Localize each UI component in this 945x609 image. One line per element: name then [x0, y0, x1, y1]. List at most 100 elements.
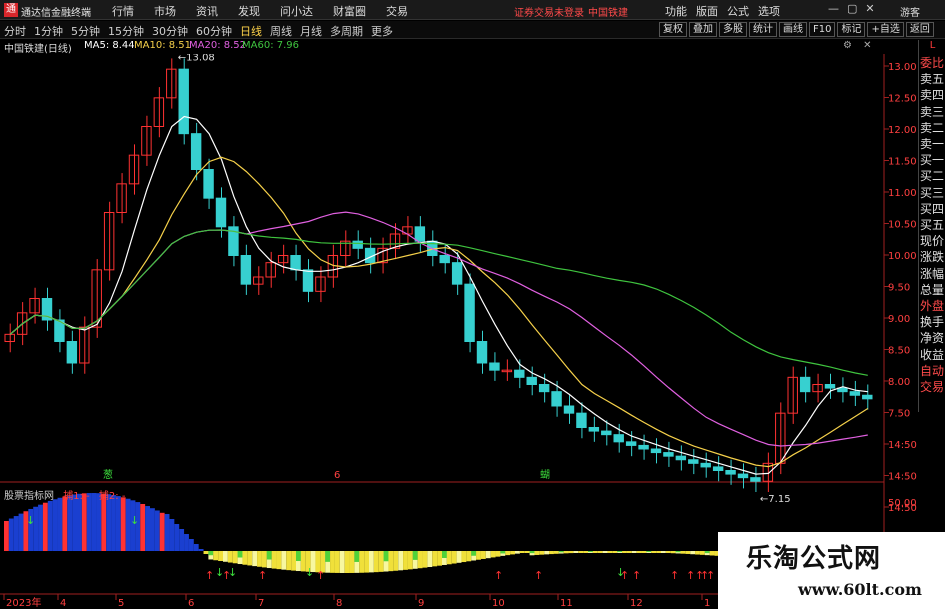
fuquan-button[interactable]: 复权 — [659, 22, 687, 37]
quote-side-panel: L 委比 卖五 卖四 卖三 卖二 卖一 买一 买二 买三 买四 买五 现价 涨跌 涨幅 总量 外盘 换手 净资 收益… — [918, 40, 945, 412]
indicator-bar-green — [500, 551, 506, 554]
close-panel-icon[interactable]: ✕ — [863, 40, 871, 51]
period-1min[interactable]: 1分钟 — [34, 23, 63, 39]
candle-body — [688, 459, 699, 464]
indicator-bar — [626, 551, 632, 553]
candle-body — [166, 68, 177, 99]
indicator-bar — [115, 496, 121, 551]
menu-zixun[interactable]: 资讯 — [196, 3, 218, 19]
indicator-bar — [422, 551, 428, 568]
period-multi[interactable]: 多周期 — [330, 23, 363, 39]
period-5min[interactable]: 5分钟 — [71, 23, 100, 39]
kline-chart[interactable]: 13.00 12.50 12.00 11.50 11.00 10.50 10.00 9.50 9… — [0, 54, 918, 609]
sell-arrow-icon: ↓ — [228, 566, 237, 579]
indicator-bar — [539, 551, 545, 555]
candle-body — [613, 434, 624, 443]
indicator-bar — [573, 551, 579, 553]
indicator-bar-green — [412, 551, 418, 560]
menu-jiaoyi[interactable]: 交易 — [386, 3, 408, 19]
indicator-bar — [695, 551, 700, 555]
indicator-bar — [446, 551, 452, 565]
low-price-label: ←7.15 — [760, 494, 791, 505]
indicator-bar-green — [383, 551, 389, 562]
menu-wenxiaoda[interactable]: 问小达 — [280, 3, 313, 19]
minimize-icon[interactable]: — — [828, 2, 839, 15]
login-notice[interactable]: 证券交易未登录 — [514, 4, 584, 19]
candle-body — [439, 255, 450, 264]
maximize-icon[interactable]: ▢ — [847, 2, 857, 15]
period-fenshi[interactable]: 分时 — [4, 23, 26, 39]
indicator-bar-green — [325, 551, 331, 562]
indicator-bar — [257, 551, 262, 567]
f10-button[interactable]: F10 — [809, 22, 836, 37]
indicator-bar — [437, 551, 442, 566]
candle-body — [501, 369, 513, 373]
guest-label[interactable]: 游客 — [900, 4, 920, 19]
period-monthly[interactable]: 月线 — [300, 23, 322, 39]
side-item[interactable]: 交易 — [920, 378, 945, 396]
indicator-bar — [407, 551, 413, 570]
indicator-bar — [4, 521, 9, 551]
menu-hangqing[interactable]: 行情 — [112, 3, 134, 19]
indicator-bar — [145, 506, 150, 551]
event-mark: 6 — [334, 470, 340, 481]
y-tick-label: 9.50 — [888, 283, 910, 294]
mark-button[interactable]: 标记 — [837, 22, 866, 37]
menu-banmian[interactable]: 版面 — [696, 3, 718, 19]
indicator-bar — [519, 551, 525, 553]
period-60min[interactable]: 60分钟 — [196, 23, 232, 39]
menu-gongneng[interactable]: 功能 — [665, 3, 687, 19]
candle-body — [650, 448, 662, 454]
menu-gongshi[interactable]: 公式 — [727, 3, 749, 19]
stock-name: 中国铁建(日线) — [4, 44, 72, 55]
multi-stock-button[interactable]: 多股 — [719, 22, 747, 37]
period-15min[interactable]: 15分钟 — [108, 23, 144, 39]
overlay-button[interactable]: 叠加 — [689, 22, 717, 37]
period-more[interactable]: 更多 — [371, 23, 393, 39]
menu-faxian[interactable]: 发现 — [238, 3, 260, 19]
period-daily[interactable]: 日线 — [240, 23, 262, 39]
indicator-bar — [232, 551, 238, 564]
indicator-bar-green — [558, 551, 564, 553]
indicator-bar-green — [704, 551, 710, 554]
stats-button[interactable]: 统计 — [749, 22, 777, 37]
x-tick-label: 7 — [258, 598, 264, 609]
indicator-bar — [665, 551, 671, 554]
period-30min[interactable]: 30分钟 — [152, 23, 188, 39]
y-tick-label: 12.00 — [888, 125, 917, 136]
draw-line-button[interactable]: 画线 — [779, 22, 807, 37]
window-controls: — ▢ ✕ — [828, 2, 875, 15]
indicator-bar — [378, 551, 384, 572]
menu-shichang[interactable]: 市场 — [154, 3, 176, 19]
indicator-bar — [120, 497, 126, 551]
indicator-bar — [159, 512, 165, 551]
y-tick-label: 8.50 — [888, 346, 910, 357]
period-weekly[interactable]: 周线 — [270, 23, 292, 39]
indicator-axis-label: 50.00 — [888, 498, 917, 509]
indicator-bar — [641, 551, 647, 553]
indicator-bar — [568, 551, 574, 554]
menu-caifuquan[interactable]: 财富圈 — [333, 3, 366, 19]
indicator-bar — [680, 551, 686, 554]
indicator-bar-green — [588, 551, 593, 552]
indicator-bar — [510, 551, 515, 555]
settings-icon[interactable]: ⚙ — [843, 40, 852, 51]
indicator-bar — [427, 551, 433, 568]
indicator-bar — [271, 551, 277, 569]
app-title: 通达信金融终端 — [21, 8, 91, 19]
sell-arrow-icon: ↓ — [215, 566, 224, 579]
indicator-bar — [57, 497, 63, 551]
add-watchlist-button[interactable]: +自选 — [867, 22, 904, 37]
close-icon[interactable]: ✕ — [865, 2, 874, 15]
candle-body — [675, 455, 687, 461]
y-tick-label: 7.50 — [888, 409, 910, 420]
menu-xuanxiang[interactable]: 选项 — [758, 3, 780, 19]
indicator-name[interactable]: 股票指标网 — [4, 491, 54, 502]
indicator-bar — [369, 551, 374, 573]
indicator-bar — [597, 551, 603, 553]
indicator-bar — [179, 529, 185, 551]
ma10-label: MA10: 8.51 — [134, 40, 192, 51]
buy-arrow-icon: ↑ — [258, 569, 267, 582]
back-button[interactable]: 返回 — [905, 22, 934, 37]
y-tick-label: 8.00 — [888, 377, 910, 388]
